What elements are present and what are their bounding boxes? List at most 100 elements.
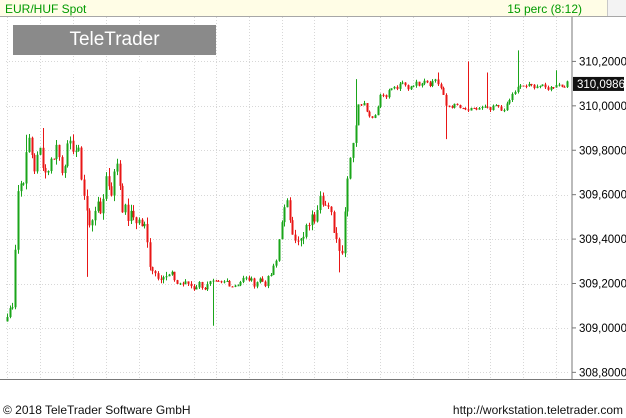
candle-body bbox=[525, 85, 528, 87]
candle-body bbox=[278, 239, 281, 261]
candle-body bbox=[363, 103, 366, 106]
candle-body bbox=[563, 86, 566, 88]
candle-body bbox=[231, 286, 234, 288]
candle-body bbox=[173, 271, 176, 281]
interval-label[interactable]: 15 perc (8:12) bbox=[507, 2, 582, 16]
candle-body bbox=[14, 249, 17, 308]
candle-body bbox=[44, 167, 47, 173]
candle-body bbox=[511, 93, 514, 101]
candle-body bbox=[412, 85, 415, 87]
candle-body bbox=[335, 232, 338, 240]
candle-body bbox=[239, 281, 242, 286]
candle-body bbox=[352, 142, 355, 158]
candle-body bbox=[69, 140, 72, 144]
candle-body bbox=[555, 85, 558, 88]
y-tick-label: 309,6000 bbox=[579, 190, 626, 202]
candle-body bbox=[195, 287, 198, 290]
candle-body bbox=[421, 83, 424, 86]
candle-body bbox=[72, 140, 75, 152]
candle-body bbox=[467, 109, 470, 111]
candle-body bbox=[431, 80, 434, 86]
candle-body bbox=[478, 108, 481, 110]
candle-body bbox=[270, 274, 273, 277]
candle-body bbox=[473, 107, 476, 109]
candle-body bbox=[346, 178, 349, 212]
candle-body bbox=[547, 87, 550, 90]
candle-body bbox=[22, 183, 25, 185]
candle-body bbox=[39, 147, 42, 155]
candle-body bbox=[459, 105, 462, 109]
candle-body bbox=[250, 278, 253, 281]
candle-body bbox=[223, 281, 226, 283]
candle-body bbox=[47, 171, 50, 173]
candle-body bbox=[61, 157, 64, 174]
candle-body bbox=[31, 137, 34, 155]
candle-body bbox=[437, 79, 440, 85]
candle-body bbox=[322, 196, 325, 205]
candle-body bbox=[544, 84, 547, 88]
candle-body bbox=[341, 250, 344, 254]
candle-body bbox=[311, 214, 314, 226]
candle-body bbox=[407, 85, 410, 90]
candle-body bbox=[97, 201, 100, 211]
candle-body bbox=[324, 204, 327, 206]
candle-body bbox=[415, 81, 418, 86]
header-corner-button[interactable] bbox=[607, 0, 626, 16]
candle-body bbox=[453, 103, 456, 108]
candle-body bbox=[130, 210, 133, 221]
y-tick-label: 308,8000 bbox=[579, 367, 626, 379]
candle-body bbox=[193, 286, 196, 290]
candle-body bbox=[33, 154, 36, 172]
candle-body bbox=[179, 283, 182, 285]
candle-body bbox=[151, 266, 154, 272]
candle-body bbox=[80, 147, 83, 180]
candle-body bbox=[338, 239, 341, 251]
candle-body bbox=[371, 116, 374, 118]
instrument-title[interactable]: EUR/HUF Spot bbox=[5, 2, 86, 16]
candle-body bbox=[234, 285, 237, 287]
candle-body bbox=[522, 85, 525, 87]
candle-body bbox=[127, 204, 130, 221]
candle-body bbox=[165, 276, 168, 278]
candle-body bbox=[75, 151, 78, 153]
y-tick-label: 309,8000 bbox=[579, 145, 626, 157]
candle-body bbox=[58, 144, 61, 158]
candle-body bbox=[212, 280, 215, 282]
candle-body bbox=[530, 83, 533, 85]
candle-body bbox=[215, 280, 218, 282]
candle-body bbox=[91, 220, 94, 226]
candle-body bbox=[66, 143, 69, 167]
candle-body bbox=[558, 84, 561, 86]
candle-body bbox=[182, 283, 185, 285]
candle-body bbox=[492, 105, 495, 111]
candle-body bbox=[539, 86, 542, 88]
candle-body bbox=[253, 278, 256, 287]
candle-body bbox=[281, 222, 284, 240]
candle-body bbox=[237, 285, 240, 287]
candle-body bbox=[503, 110, 506, 112]
candle-body bbox=[316, 210, 319, 222]
candle-body bbox=[385, 95, 388, 98]
candle-body bbox=[204, 288, 207, 290]
candle-body bbox=[88, 210, 91, 226]
candle-body bbox=[445, 94, 448, 106]
candle-body bbox=[162, 277, 165, 280]
candle-body bbox=[423, 80, 426, 84]
horizontal-grid bbox=[6, 61, 570, 373]
candle-body bbox=[83, 179, 86, 196]
candle-body bbox=[377, 106, 380, 116]
candle-body bbox=[464, 108, 467, 110]
candle-body bbox=[514, 91, 517, 94]
candle-body bbox=[426, 80, 429, 83]
website-link[interactable]: http://workstation.teletrader.com bbox=[453, 403, 623, 417]
candle-body bbox=[275, 260, 278, 266]
candle-body bbox=[154, 271, 157, 274]
candle-body bbox=[500, 106, 503, 111]
candle-body bbox=[25, 152, 28, 184]
candle-body bbox=[113, 171, 116, 196]
copyright-text: © 2018 TeleTrader Software GmbH bbox=[3, 403, 191, 417]
candle-body bbox=[64, 166, 67, 174]
current-price-label: 310,0986 bbox=[577, 79, 625, 91]
candle-body bbox=[489, 107, 492, 111]
candle-body bbox=[404, 82, 407, 86]
